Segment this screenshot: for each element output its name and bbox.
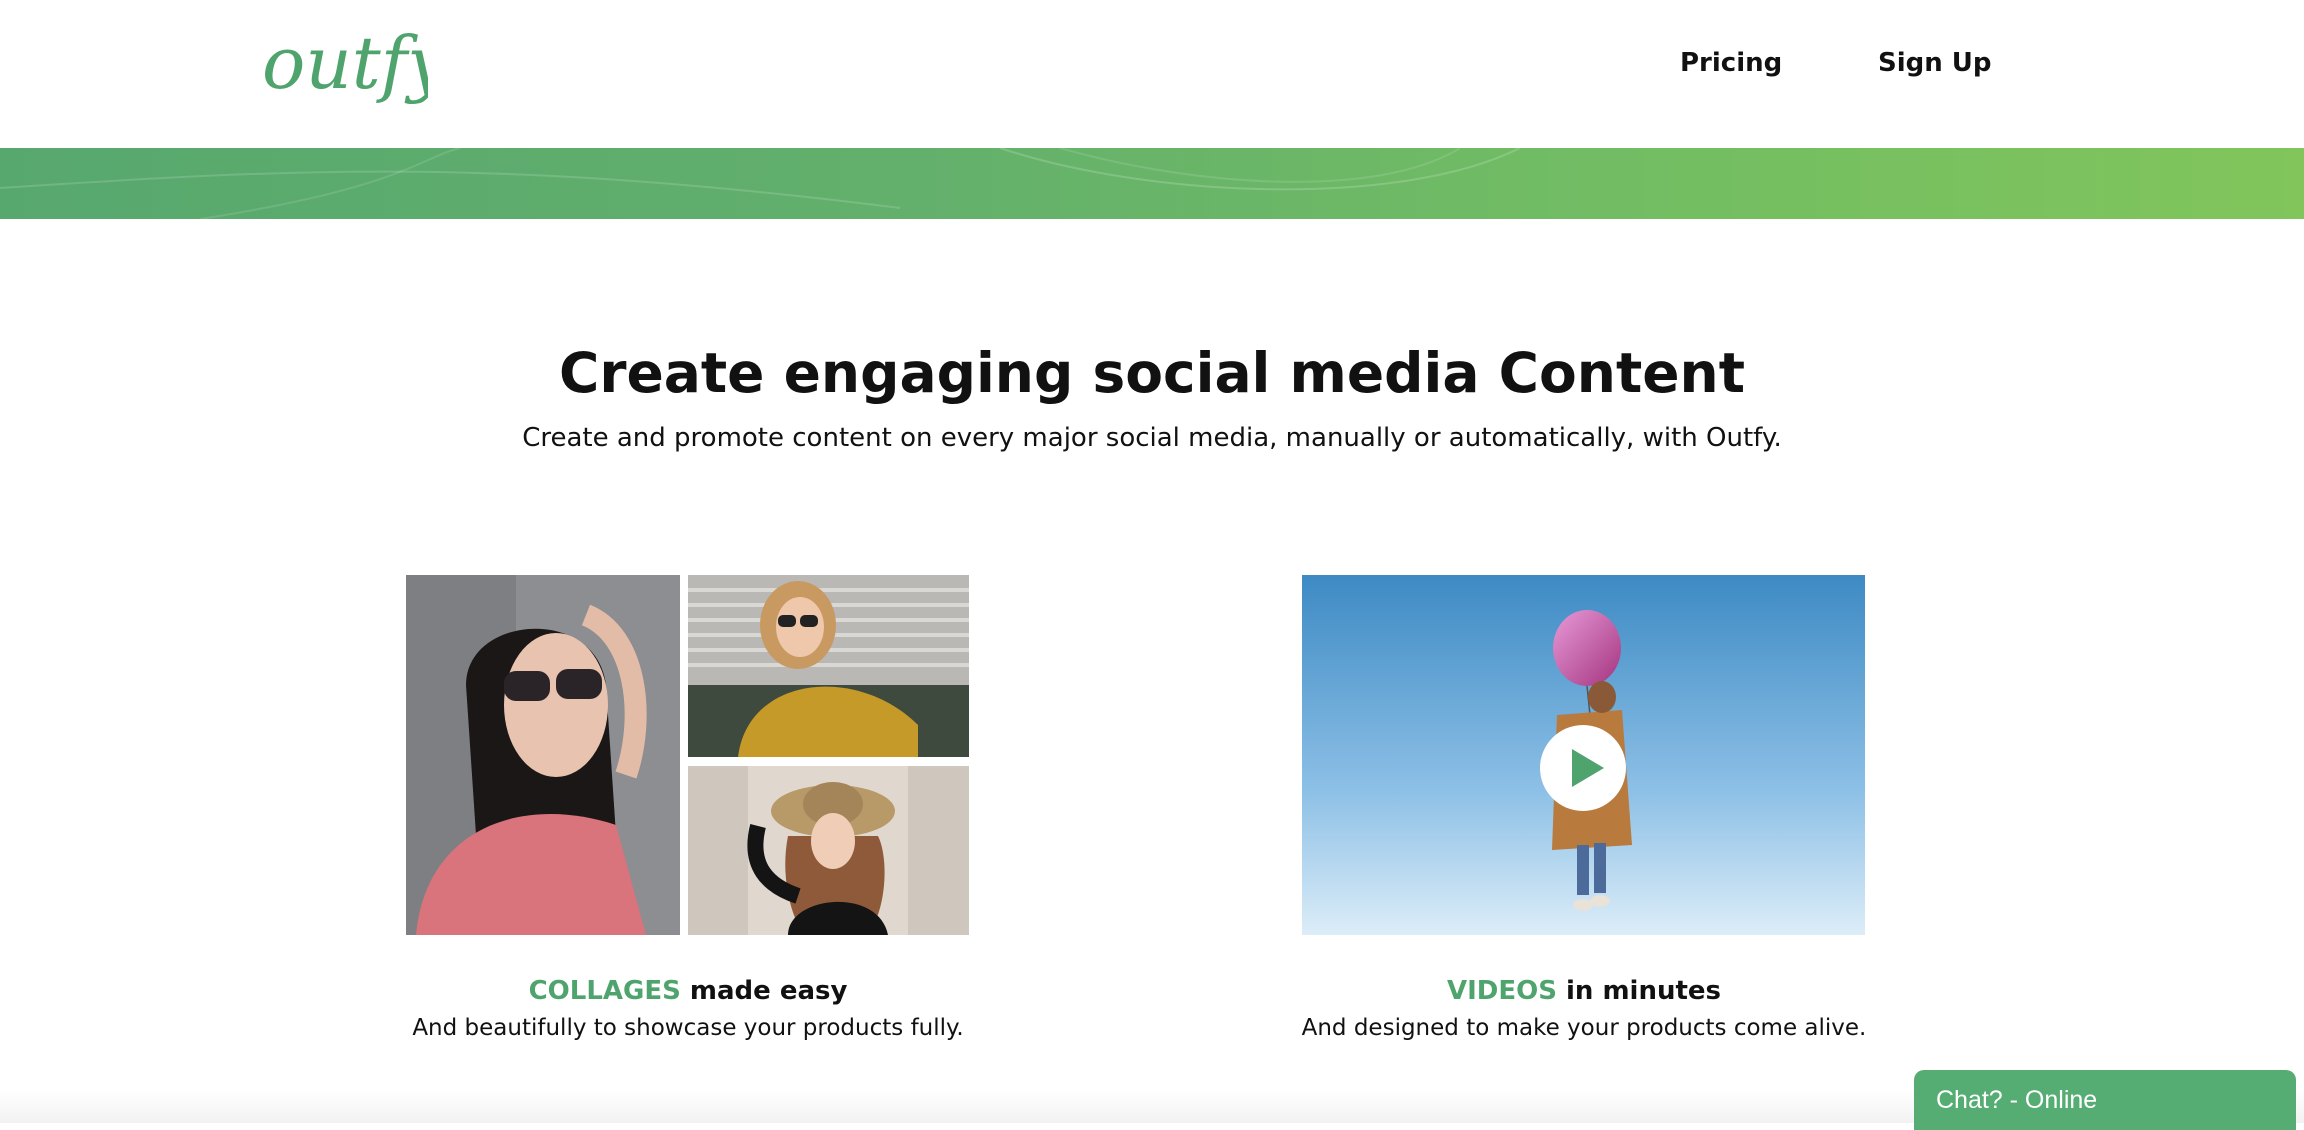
hero-title: Create engaging social media Content [558,341,1746,405]
outfy-logo[interactable]: outfy [258,10,428,128]
videos-feature-description: And designed to make your products come … [1301,1015,1867,1041]
play-button[interactable] [1540,725,1626,811]
photo-collage [406,575,969,935]
collage-photo-woman-yellow-sweater [688,575,969,757]
videos-title-rest: in minutes [1556,976,1722,1006]
site-header: outfy Pricing Sign Up [0,0,2304,148]
svg-text:outfy: outfy [262,21,428,105]
nav-signup-link[interactable]: Sign Up [1878,48,1992,78]
hero-subtitle: Create and promote content on every majo… [522,423,1782,453]
banner-swirl-decoration [0,148,1521,219]
collage-photo-woman-hat [688,766,969,935]
video-preview[interactable] [1302,575,1865,935]
collages-title-rest: made easy [680,976,848,1006]
hero-banner [0,148,2304,219]
play-icon [1572,749,1604,787]
videos-feature-title: VIDEOS in minutes [1184,974,1984,1008]
chat-widget-button[interactable]: Chat? - Online [1914,1070,2296,1130]
collage-photo-woman-sunglasses-pink-shirt [406,575,680,935]
videos-highlight: VIDEOS [1446,976,1557,1006]
collages-feature-title: COLLAGES made easy [288,974,1088,1008]
chat-widget-label: Chat? - Online [1936,1086,2098,1114]
outfy-logo-wordmark: outfy [262,21,428,105]
nav-pricing-link[interactable]: Pricing [1680,48,1782,78]
collages-feature-description: And beautifully to showcase your product… [412,1015,964,1041]
collages-highlight: COLLAGES [528,976,681,1006]
